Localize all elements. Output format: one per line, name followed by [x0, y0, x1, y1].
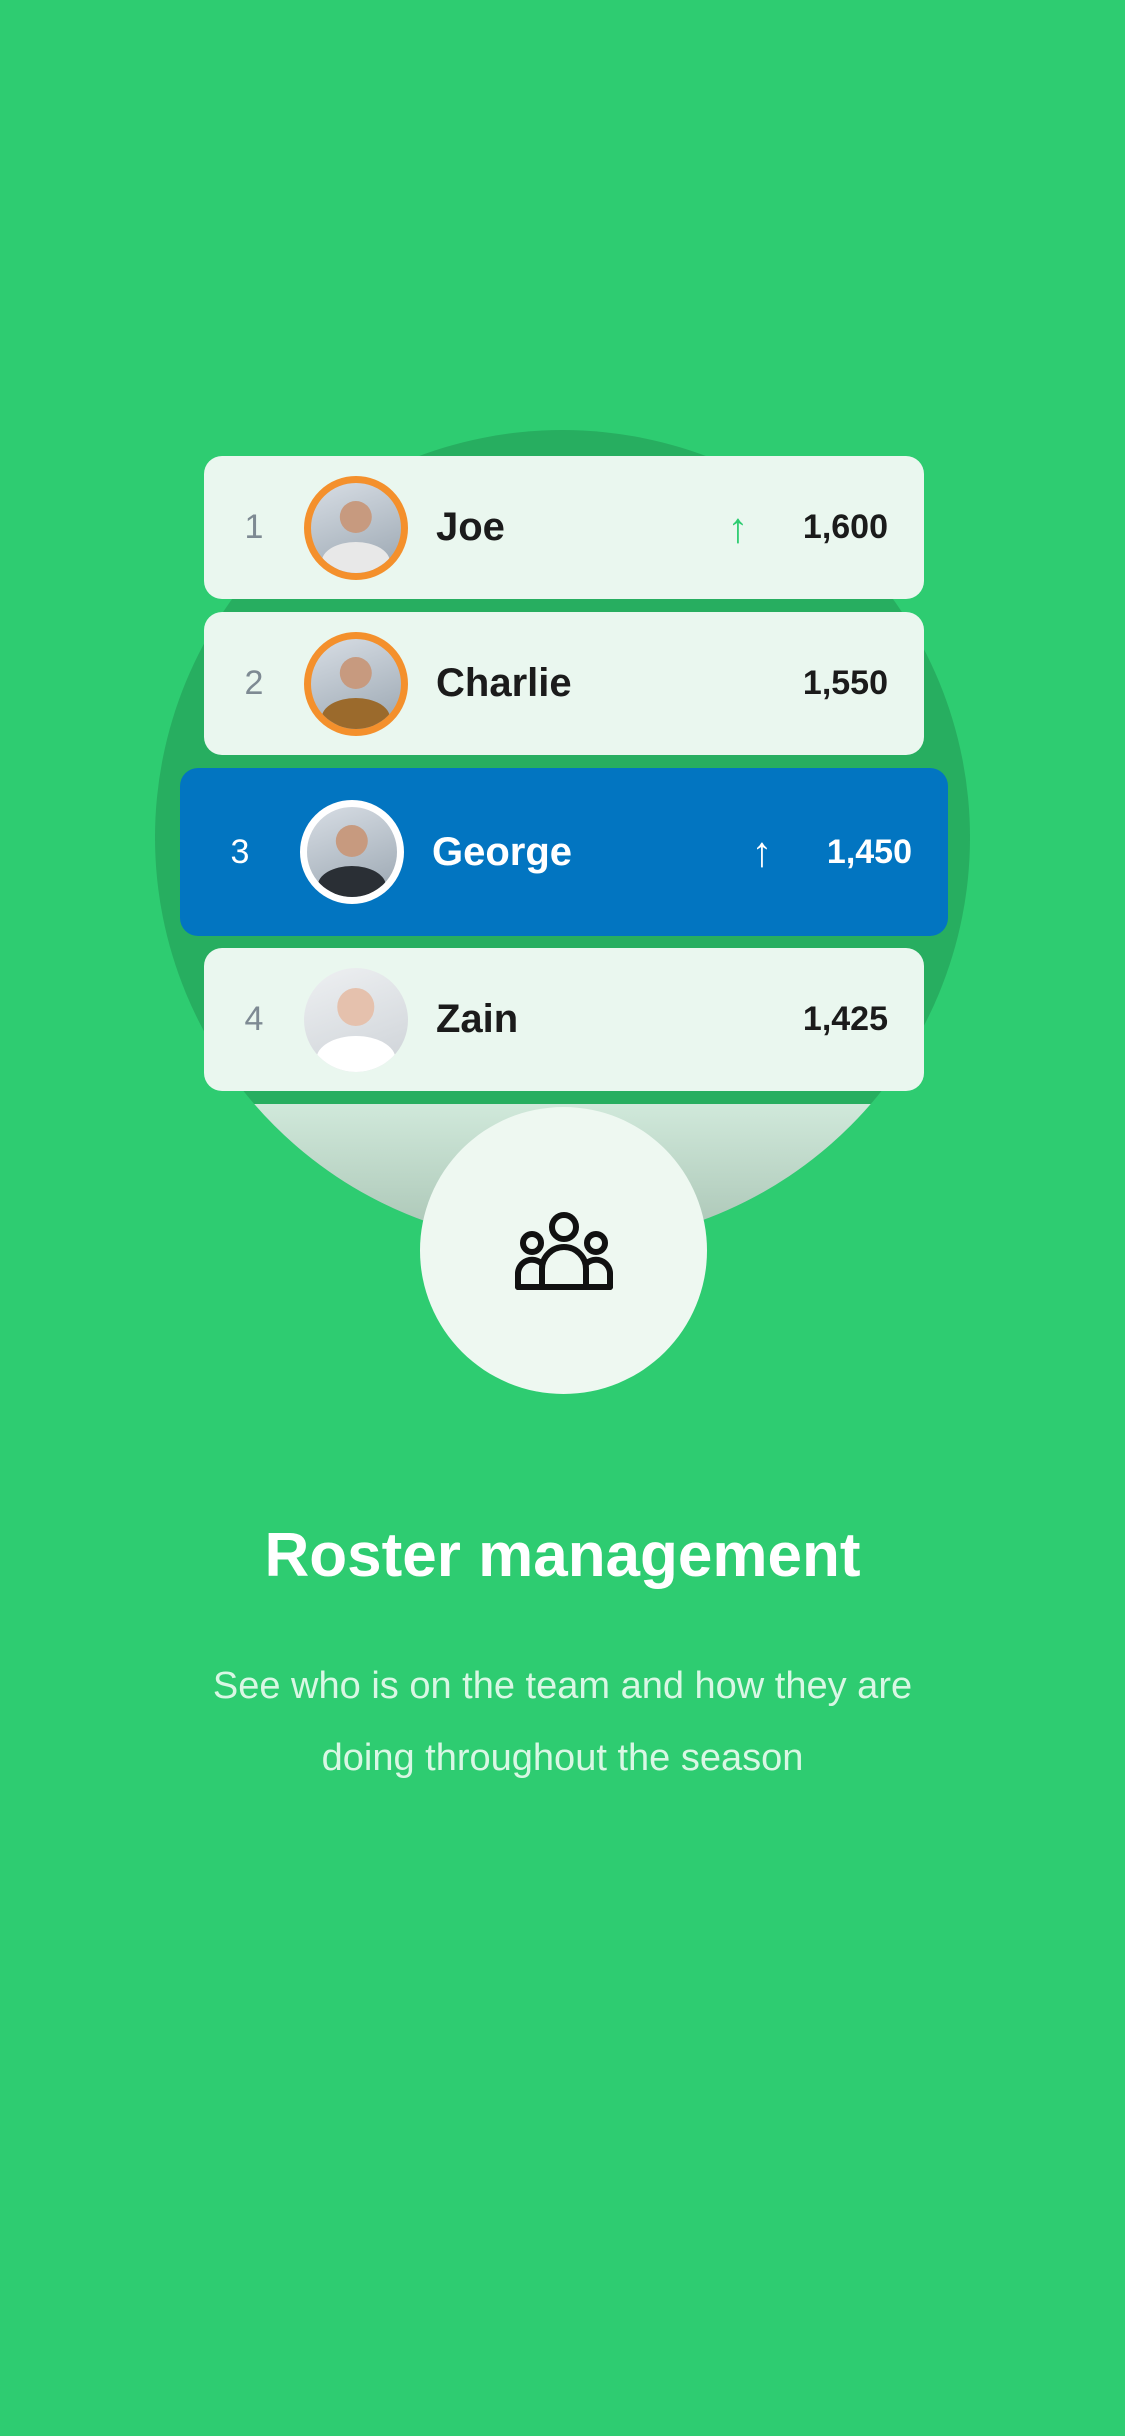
page-subtitle: See who is on the team and how they are … — [212, 1665, 913, 1779]
roster-hero-illustration: 1 Joe ↑ 1,600 2 Charlie 1,550 3 George ↑… — [0, 0, 1125, 1420]
team-people-icon — [514, 1211, 613, 1290]
team-icon-badge — [420, 1107, 707, 1394]
page-title: Roster management — [264, 1521, 861, 1590]
